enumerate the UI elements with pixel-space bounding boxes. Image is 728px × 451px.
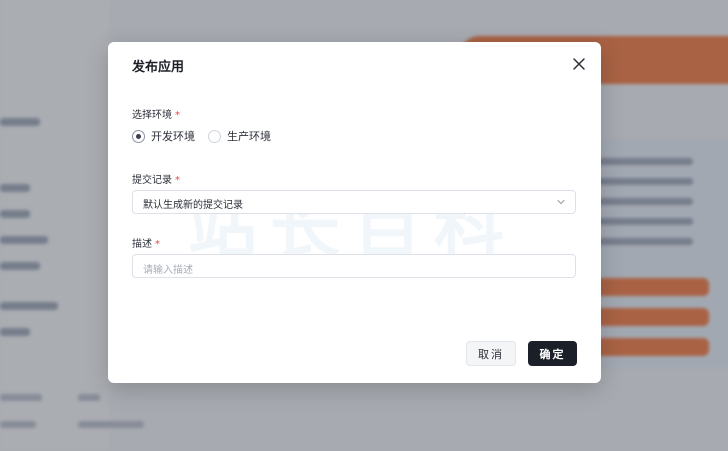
close-icon [573,58,585,70]
radio-option-prod[interactable]: 生产环境 [208,128,271,144]
environment-label: 选择环境 * [132,106,180,121]
cancel-button[interactable]: 取消 [466,341,516,366]
commit-select-value: 默认生成新的提交记录 [143,200,243,211]
close-button[interactable] [569,54,589,74]
commit-label: 提交记录 * [132,171,180,186]
required-mark: * [155,239,160,250]
required-mark: * [175,110,180,121]
description-label: 描述 * [132,235,160,250]
radio-option-dev[interactable]: 开发环境 [132,128,195,144]
dialog-title: 发布应用 [132,60,185,75]
description-input[interactable]: 请输入描述 [132,254,576,278]
environment-radio-group: 开发环境 生产环境 [132,128,284,144]
publish-app-dialog: 站长百科 发布应用 选择环境 * 开发环境 生产环境 提交记录 * 默认生成新的提交… [108,42,601,383]
required-mark: * [175,175,180,186]
environment-label-text: 选择环境 [132,110,172,121]
radio-dev[interactable] [132,129,145,143]
chevron-down-icon [557,199,565,205]
radio-prod-label: 生产环境 [227,130,271,143]
description-label-text: 描述 [132,239,152,250]
commit-label-text: 提交记录 [132,175,172,186]
radio-prod[interactable] [208,129,221,143]
description-placeholder: 请输入描述 [143,265,193,276]
commit-select[interactable]: 默认生成新的提交记录 [132,190,576,214]
radio-dev-label: 开发环境 [151,130,195,143]
confirm-button[interactable]: 确定 [528,341,577,366]
